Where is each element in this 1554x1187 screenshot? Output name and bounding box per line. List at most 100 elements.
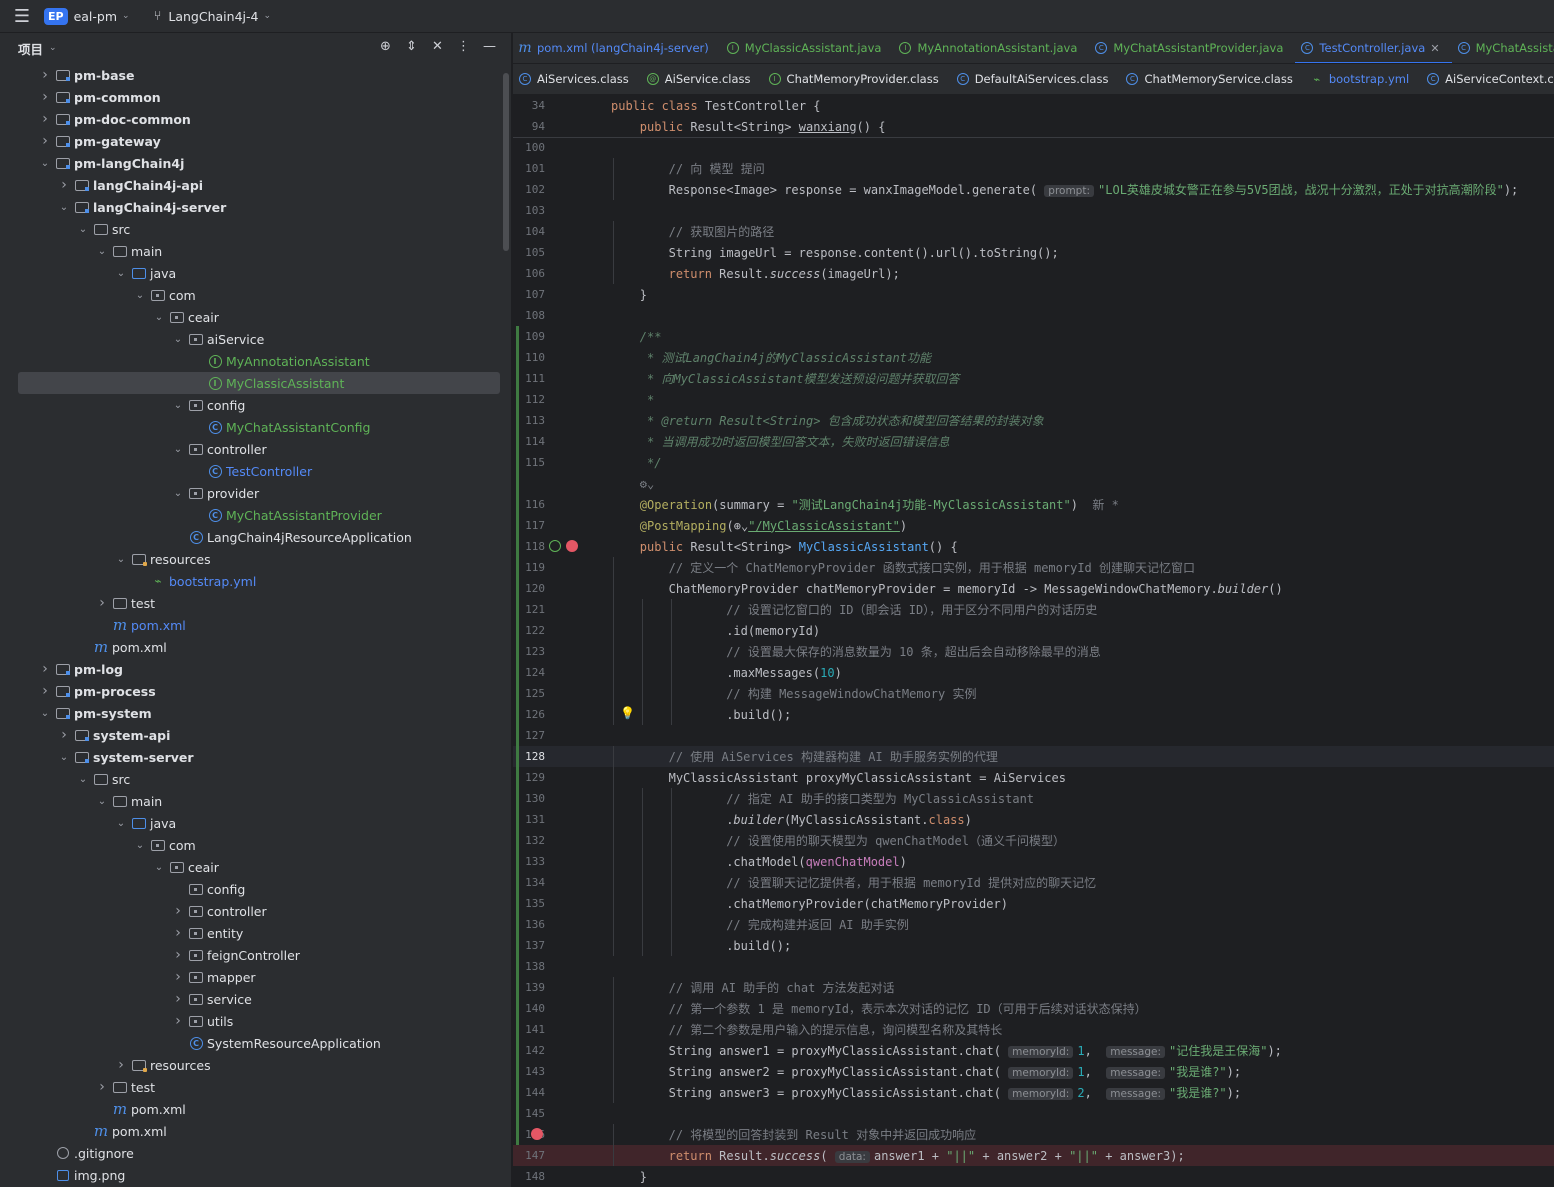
line-number[interactable]: 106 (513, 267, 557, 280)
tree-item[interactable]: ⌄ main (0, 790, 500, 812)
line-number[interactable]: 140 (513, 1002, 557, 1015)
chevron-right-icon[interactable]: › (171, 1013, 185, 1029)
tree-item[interactable]: › controller (0, 900, 500, 922)
tree-item[interactable]: › resources (0, 1054, 500, 1076)
gutter[interactable] (557, 221, 611, 242)
tree-item[interactable]: C MyChatAssistantProvider (0, 504, 500, 526)
project-tree-scrollbar[interactable] (503, 73, 509, 251)
editor-tab[interactable]: ⌁ bootstrap.yml (1305, 64, 1421, 94)
line-number[interactable]: 114 (513, 435, 557, 448)
gutter[interactable] (557, 305, 611, 326)
gutter[interactable] (557, 641, 611, 662)
chevron-right-icon[interactable]: › (38, 133, 52, 149)
gutter[interactable] (557, 116, 611, 137)
chevron-down-icon[interactable]: ⌄ (133, 840, 147, 851)
tree-item[interactable]: › pm-log (0, 658, 500, 680)
line-number[interactable]: 137 (513, 939, 557, 952)
gutter[interactable] (557, 1019, 611, 1040)
locate-icon[interactable]: ⊕ (378, 39, 393, 54)
chevron-down-icon[interactable]: ⌄ (76, 224, 90, 235)
line-number[interactable]: 103 (513, 204, 557, 217)
line-number[interactable]: 125 (513, 687, 557, 700)
gutter[interactable] (557, 767, 611, 788)
close-icon[interactable]: ✕ (1430, 42, 1439, 55)
collapse-all-icon[interactable]: ✕ (430, 39, 445, 54)
gutter[interactable] (557, 1166, 611, 1187)
line-number[interactable]: 141 (513, 1023, 557, 1036)
gutter[interactable] (557, 410, 611, 431)
chevron-right-icon[interactable]: › (171, 969, 185, 985)
gutter[interactable] (557, 494, 611, 515)
tree-item[interactable]: m pom.xml (0, 1120, 500, 1142)
branch-switcher[interactable]: ⑂ LangChain4j-4 ⌄ (154, 9, 271, 24)
tree-item[interactable]: config (0, 878, 500, 900)
line-number[interactable]: 108 (513, 309, 557, 322)
tree-item[interactable]: ⌄ controller (0, 438, 500, 460)
gutter[interactable] (557, 998, 611, 1019)
line-number[interactable]: 133 (513, 855, 557, 868)
line-number[interactable]: 101 (513, 162, 557, 175)
project-switcher[interactable]: EP eal-pm ⌄ (44, 7, 130, 25)
tree-item[interactable]: › entity (0, 922, 500, 944)
line-number[interactable]: 139 (513, 981, 557, 994)
line-number[interactable]: 134 (513, 876, 557, 889)
chevron-right-icon[interactable]: › (171, 947, 185, 963)
line-number[interactable]: 130 (513, 792, 557, 805)
tree-item[interactable]: C SystemResourceApplication (0, 1032, 500, 1054)
tree-item[interactable]: C MyChatAssistantConfig (0, 416, 500, 438)
tree-item[interactable]: C TestController (0, 460, 500, 482)
line-number[interactable]: 102 (513, 183, 557, 196)
gutter[interactable] (557, 851, 611, 872)
gutter[interactable] (557, 431, 611, 452)
editor-tab[interactable]: m pom.xml (langChain4j-server) (513, 33, 721, 63)
more-options-icon[interactable]: ⋮ (456, 39, 471, 54)
chevron-down-icon[interactable]: ⌄ (152, 312, 166, 323)
gutter[interactable] (557, 935, 611, 956)
tree-item[interactable]: ⌄ com (0, 284, 500, 306)
line-number[interactable]: 100 (513, 141, 557, 154)
gutter[interactable] (557, 620, 611, 641)
tree-item[interactable]: ⌄ src (0, 218, 500, 240)
tree-item[interactable]: › mapper (0, 966, 500, 988)
gutter[interactable] (557, 389, 611, 410)
chevron-down-icon[interactable]: ⌄ (95, 796, 109, 807)
gutter[interactable] (557, 1103, 611, 1124)
chevron-right-icon[interactable]: › (171, 903, 185, 919)
gutter[interactable] (557, 200, 611, 221)
tree-item[interactable]: ⌄ com (0, 834, 500, 856)
gutter[interactable] (557, 809, 611, 830)
gutter[interactable] (557, 914, 611, 935)
chevron-right-icon[interactable]: › (57, 177, 71, 193)
tree-item[interactable]: m pom.xml (0, 614, 500, 636)
line-number[interactable]: 94 (513, 120, 557, 133)
gutter[interactable] (557, 599, 611, 620)
tree-item[interactable]: › langChain4j-api (0, 174, 500, 196)
gutter[interactable] (557, 746, 611, 767)
tree-item[interactable]: › pm-doc-common (0, 108, 500, 130)
editor-tab[interactable]: C AiServices.class (513, 64, 641, 94)
tree-item[interactable]: › system-api (0, 724, 500, 746)
gutter[interactable] (557, 242, 611, 263)
line-number[interactable]: 127 (513, 729, 557, 742)
line-number[interactable]: 138 (513, 960, 557, 973)
chevron-down-icon[interactable]: ⌄ (171, 400, 185, 411)
gutter[interactable] (557, 788, 611, 809)
gutter[interactable] (557, 830, 611, 851)
chevron-down-icon[interactable]: ⌄ (114, 554, 128, 565)
editor-tab[interactable]: I MyAnnotationAssistant.java (893, 33, 1089, 63)
chevron-right-icon[interactable]: › (38, 89, 52, 105)
chevron-right-icon[interactable]: › (38, 111, 52, 127)
gutter[interactable] (557, 473, 611, 494)
line-number[interactable]: 144 (513, 1086, 557, 1099)
tree-item[interactable]: I MyClassicAssistant (18, 372, 500, 394)
gutter[interactable] (557, 179, 611, 200)
lightbulb-icon[interactable]: 💡 (620, 706, 635, 720)
gutter[interactable] (557, 662, 611, 683)
chevron-down-icon[interactable]: ⌄ (171, 334, 185, 345)
gutter[interactable] (557, 1145, 611, 1166)
gutter[interactable] (557, 158, 611, 179)
gutter[interactable] (557, 872, 611, 893)
editor-tab[interactable]: I MyClassicAssistant.java (721, 33, 894, 63)
line-number[interactable]: 132 (513, 834, 557, 847)
hide-panel-icon[interactable]: — (482, 39, 497, 54)
